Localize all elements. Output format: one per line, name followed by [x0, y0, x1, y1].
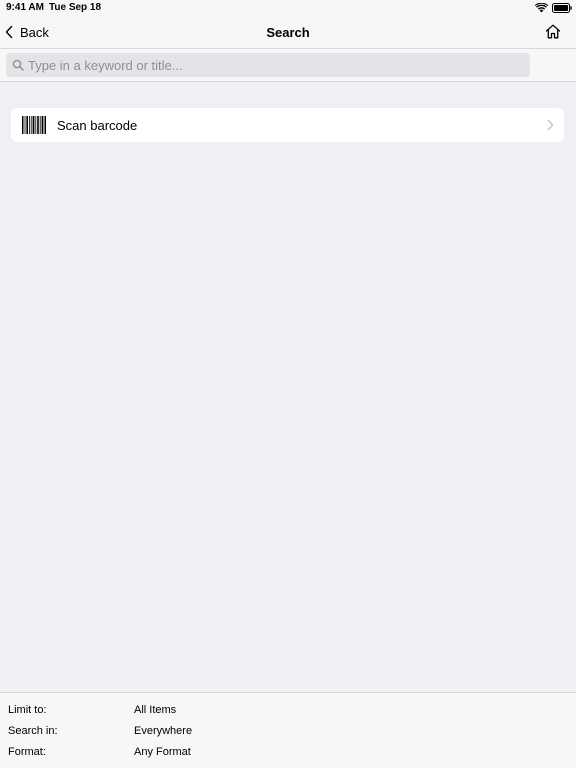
app-window: 9:41 AM Tue Sep 18 Back Search Type in a…	[0, 0, 576, 768]
search-bar	[0, 49, 576, 82]
scan-barcode-label: Scan barcode	[57, 117, 138, 133]
option-value: All Items	[134, 704, 177, 716]
page-title: Search	[266, 25, 310, 40]
barcode-icon	[22, 116, 46, 134]
option-value: Any Format	[134, 746, 191, 758]
search-field[interactable]	[6, 53, 530, 77]
option-label: Search in:	[8, 725, 58, 737]
option-label: Format:	[8, 746, 46, 758]
battery-icon	[552, 3, 572, 13]
search-options-panel: Limit to: All Items Search in: Everywher…	[0, 692, 576, 768]
option-search-in[interactable]: Search in: Everywhere	[0, 721, 576, 742]
status-bar: 9:41 AM Tue Sep 18	[0, 0, 576, 16]
search-icon	[12, 59, 24, 71]
option-limit-to[interactable]: Limit to: All Items	[0, 700, 576, 721]
option-label: Limit to:	[8, 704, 47, 716]
home-icon[interactable]	[545, 24, 561, 39]
chevron-right-icon	[547, 119, 554, 131]
option-value: Everywhere	[134, 725, 193, 737]
option-format[interactable]: Format: Any Format	[0, 742, 576, 763]
nav-bar: Back Search	[0, 16, 576, 49]
status-time: 9:41 AM	[6, 2, 44, 13]
status-date: Tue Sep 18	[49, 2, 102, 13]
wifi-icon	[535, 3, 548, 13]
scan-barcode-button[interactable]: Scan barcode	[11, 108, 564, 142]
search-input[interactable]	[28, 53, 530, 77]
